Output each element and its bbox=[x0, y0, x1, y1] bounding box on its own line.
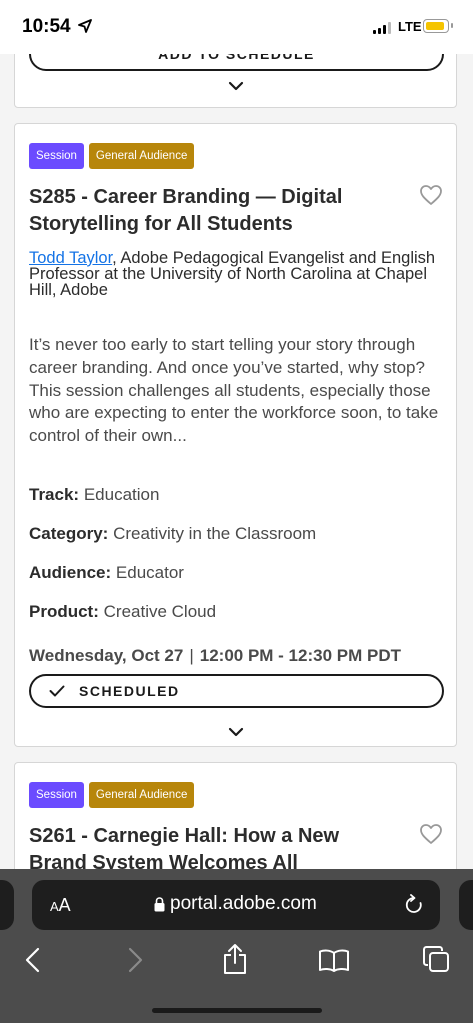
session-title[interactable]: S285 - Career Branding — Digital Storyte… bbox=[29, 184, 399, 238]
session-tag: Session bbox=[29, 143, 84, 169]
datetime-separator: | bbox=[189, 646, 194, 665]
track-row: Track: Education bbox=[29, 485, 159, 505]
product-label: Product: bbox=[29, 602, 99, 621]
tabs-icon[interactable] bbox=[422, 945, 450, 973]
chevron-down-icon[interactable] bbox=[228, 81, 244, 91]
text-size-button[interactable]: AA bbox=[50, 895, 71, 916]
session-title[interactable]: S261 - Carnegie Hall: How a New Brand Sy… bbox=[29, 823, 399, 869]
session-description: It’s never too early to start telling yo… bbox=[29, 335, 439, 446]
track-label: Track: bbox=[29, 485, 80, 504]
track-value: Education bbox=[83, 485, 160, 504]
session-card: Session General Audience S285 - Career B… bbox=[14, 123, 457, 747]
scheduled-button[interactable]: SCHEDULED bbox=[29, 674, 444, 708]
checkmark-icon bbox=[49, 685, 65, 697]
session-list[interactable]: ADD TO SCHEDULE Session General Audience… bbox=[0, 54, 473, 869]
heart-icon[interactable] bbox=[419, 184, 443, 206]
battery-tip bbox=[451, 23, 453, 28]
browser-chrome: AA portal.adobe.com bbox=[0, 869, 473, 1023]
url-display[interactable]: portal.adobe.com bbox=[154, 893, 317, 915]
category-value: Creativity in the Classroom bbox=[113, 524, 317, 543]
url-text: portal.adobe.com bbox=[170, 893, 317, 914]
status-bar: 10:54 LTE bbox=[0, 0, 473, 54]
text-size-big-a: A bbox=[58, 895, 71, 915]
back-icon[interactable] bbox=[24, 947, 42, 973]
audience-value: Educator bbox=[115, 563, 184, 582]
forward-icon[interactable] bbox=[126, 947, 144, 973]
share-icon[interactable] bbox=[222, 943, 248, 975]
session-date: Wednesday, Oct 27 bbox=[29, 646, 184, 665]
category-row: Category: Creativity in the Classroom bbox=[29, 524, 316, 544]
address-bar[interactable]: AA portal.adobe.com bbox=[32, 880, 440, 930]
reload-icon[interactable] bbox=[404, 894, 424, 916]
text-size-small-a: A bbox=[50, 899, 59, 914]
cellular-signal-icon bbox=[373, 22, 391, 34]
tag-list: Session General Audience bbox=[29, 143, 195, 169]
network-type: LTE bbox=[398, 19, 422, 34]
session-card: Session General Audience S261 - Carnegie… bbox=[14, 762, 457, 869]
previous-tab-edge[interactable] bbox=[0, 880, 14, 930]
audience-tag: General Audience bbox=[88, 143, 195, 169]
product-value: Creative Cloud bbox=[103, 602, 217, 621]
session-tag: Session bbox=[29, 782, 84, 808]
session-card: ADD TO SCHEDULE bbox=[14, 54, 457, 108]
status-time: 10:54 bbox=[22, 16, 71, 37]
audience-label: Audience: bbox=[29, 563, 112, 582]
audience-row: Audience: Educator bbox=[29, 563, 184, 583]
audience-tag: General Audience bbox=[88, 782, 195, 808]
next-tab-edge[interactable] bbox=[459, 880, 473, 930]
home-indicator bbox=[152, 1008, 322, 1013]
scheduled-label: SCHEDULED bbox=[79, 683, 180, 699]
add-to-schedule-button[interactable]: ADD TO SCHEDULE bbox=[29, 54, 444, 71]
category-label: Category: bbox=[29, 524, 109, 543]
chevron-down-icon[interactable] bbox=[228, 727, 244, 737]
heart-icon[interactable] bbox=[419, 823, 443, 845]
session-datetime: Wednesday, Oct 27 | 12:00 PM - 12:30 PM PD… bbox=[29, 646, 401, 666]
battery-icon bbox=[423, 19, 449, 33]
bookmarks-icon[interactable] bbox=[318, 949, 350, 973]
location-arrow-icon bbox=[78, 19, 92, 33]
session-time: 12:00 PM - 12:30 PM PDT bbox=[199, 646, 401, 665]
lock-icon bbox=[154, 896, 165, 911]
product-row: Product: Creative Cloud bbox=[29, 602, 216, 622]
speaker-info: Todd Taylor, Adobe Pedagogical Evangelis… bbox=[29, 250, 441, 299]
tag-list: Session General Audience bbox=[29, 782, 195, 808]
